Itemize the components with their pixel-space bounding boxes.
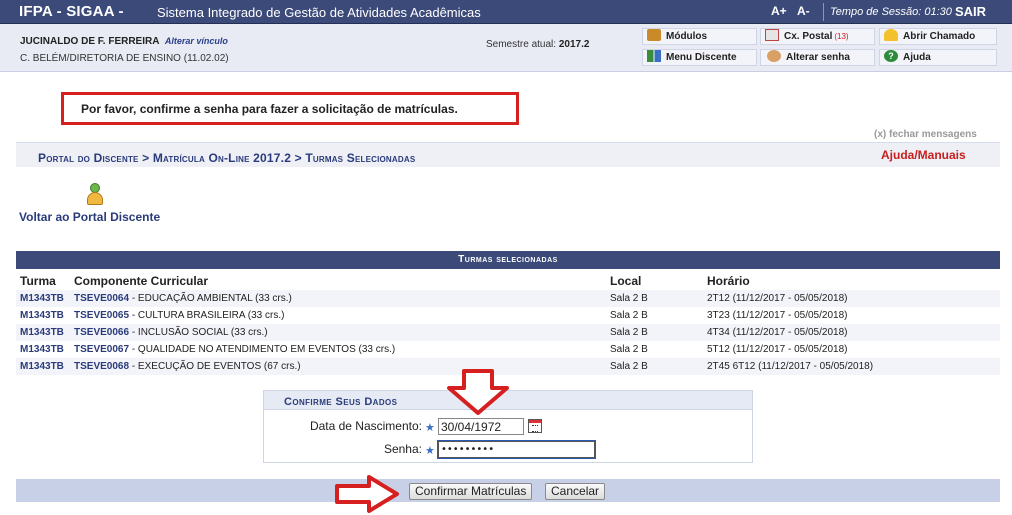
menu-icon bbox=[647, 50, 661, 63]
person-icon bbox=[767, 50, 781, 63]
component-name: - EXECUÇÃO DE EVENTOS (67 crs.) bbox=[131, 361, 301, 372]
local-cell: Sala 2 B bbox=[610, 310, 648, 321]
modules-button[interactable]: Módulos bbox=[642, 28, 757, 45]
component-cell: TSEVE0066 - INCLUSÃO SOCIAL (33 crs.) bbox=[74, 324, 268, 341]
component-name: - INCLUSÃO SOCIAL (33 crs.) bbox=[131, 327, 268, 338]
arrow-right-icon bbox=[335, 475, 399, 513]
modules-icon bbox=[647, 29, 661, 42]
system-title: Sistema Integrado de Gestão de Atividade… bbox=[157, 5, 481, 20]
turma-link[interactable]: M1343TB bbox=[20, 341, 64, 358]
password-input[interactable] bbox=[437, 440, 596, 459]
user-icon[interactable] bbox=[86, 183, 104, 207]
open-ticket-button[interactable]: Abrir Chamado bbox=[879, 28, 997, 45]
component-name: - QUALIDADE NO ATENDIMENTO EM EVENTOS (3… bbox=[131, 344, 396, 355]
password-label: Senha: bbox=[383, 442, 422, 456]
font-decrease-button[interactable]: A- bbox=[797, 4, 810, 18]
schedule-cell: 4T34 (11/12/2017 - 05/05/2018) bbox=[707, 327, 848, 338]
component-code-link[interactable]: TSEVE0066 bbox=[74, 327, 129, 338]
required-star-icon: ★ bbox=[425, 445, 435, 457]
bell-icon bbox=[884, 29, 898, 42]
semester-label: Semestre atual: bbox=[486, 39, 557, 50]
help-icon: ? bbox=[884, 50, 898, 63]
component-code-link[interactable]: TSEVE0064 bbox=[74, 293, 129, 304]
component-name: - CULTURA BRASILEIRA (33 crs.) bbox=[131, 310, 285, 321]
table-caption: Turmas selecionadas bbox=[16, 251, 1000, 269]
component-cell: TSEVE0064 - EDUCAÇÃO AMBIENTAL (33 crs.) bbox=[74, 290, 292, 307]
table-row: M1343TB TSEVE0065 - CULTURA BRASILEIRA (… bbox=[16, 307, 1000, 324]
table-row: M1343TB TSEVE0067 - QUALIDADE NO ATENDIM… bbox=[16, 341, 1000, 358]
required-star-icon: ★ bbox=[425, 422, 435, 434]
component-code-link[interactable]: TSEVE0068 bbox=[74, 361, 129, 372]
help-manuals-link[interactable]: Ajuda/Manuais bbox=[881, 148, 966, 162]
user-name: JUCINALDO DE F. FERREIRA bbox=[20, 36, 160, 47]
semester-info: Semestre atual: 2017.2 bbox=[486, 39, 589, 50]
breadcrumb-bar: Portal do Discente > Matrícula On-Line 2… bbox=[16, 142, 1000, 167]
header-horario: Horário bbox=[707, 274, 750, 288]
confirm-password-message: Por favor, confirme a senha para fazer a… bbox=[61, 92, 519, 125]
component-cell: TSEVE0068 - EXECUÇÃO DE EVENTOS (67 crs.… bbox=[74, 358, 301, 375]
header-turma: Turma bbox=[20, 274, 56, 288]
user-name-line: JUCINALDO DE F. FERREIRA Alterar vínculo bbox=[20, 36, 228, 47]
calendar-icon[interactable] bbox=[528, 419, 542, 433]
header-componente: Componente Curricular bbox=[74, 274, 209, 288]
header-local: Local bbox=[610, 274, 642, 288]
change-link-link[interactable]: Alterar vínculo bbox=[165, 36, 228, 46]
component-code-link[interactable]: TSEVE0067 bbox=[74, 344, 129, 355]
close-messages-link[interactable]: (x) fechar mensagens bbox=[874, 129, 977, 140]
cancel-button[interactable]: Cancelar bbox=[545, 483, 606, 500]
table-row: M1343TB TSEVE0064 - EDUCAÇÃO AMBIENTAL (… bbox=[16, 290, 1000, 307]
schedule-cell: 5T12 (11/12/2017 - 05/05/2018) bbox=[707, 344, 848, 355]
confirm-enrollment-button[interactable]: Confirmar Matrículas bbox=[409, 483, 533, 500]
turma-link[interactable]: M1343TB bbox=[20, 290, 64, 307]
change-password-button[interactable]: Alterar senha bbox=[760, 49, 875, 66]
help-label: Ajuda bbox=[903, 52, 931, 63]
student-menu-button[interactable]: Menu Discente bbox=[642, 49, 757, 66]
semester-value: 2017.2 bbox=[558, 39, 590, 50]
component-cell: TSEVE0065 - CULTURA BRASILEIRA (33 crs.) bbox=[74, 307, 284, 324]
top-header-bar: IFPA - SIGAA - Sistema Integrado de Gest… bbox=[0, 0, 1012, 24]
user-unit: C. BELÉM/DIRETORIA DE ENSINO (11.02.02) bbox=[20, 53, 229, 64]
birth-date-label: Data de Nascimento: bbox=[309, 419, 422, 433]
schedule-cell: 2T45 6T12 (11/12/2017 - 05/05/2018) bbox=[707, 361, 874, 372]
schedule-cell: 3T23 (11/12/2017 - 05/05/2018) bbox=[707, 310, 848, 321]
mailbox-button[interactable]: Cx. Postal (13) bbox=[760, 28, 875, 45]
turma-link[interactable]: M1343TB bbox=[20, 358, 64, 375]
schedule-cell: 2T12 (11/12/2017 - 05/05/2018) bbox=[707, 293, 848, 304]
component-cell: TSEVE0067 - QUALIDADE NO ATENDIMENTO EM … bbox=[74, 341, 395, 358]
local-cell: Sala 2 B bbox=[610, 293, 648, 304]
component-name: - EDUCAÇÃO AMBIENTAL (33 crs.) bbox=[131, 293, 292, 304]
font-increase-button[interactable]: A+ bbox=[771, 4, 787, 18]
local-cell: Sala 2 B bbox=[610, 344, 648, 355]
session-timer: Tempo de Sessão: 01:30 bbox=[823, 3, 952, 21]
help-button[interactable]: ? Ajuda bbox=[879, 49, 997, 66]
breadcrumb: Portal do Discente > Matrícula On-Line 2… bbox=[38, 151, 416, 165]
table-header: Turma Componente Curricular Local Horári… bbox=[16, 270, 1000, 290]
modules-label: Módulos bbox=[666, 31, 708, 42]
mailbox-label: Cx. Postal bbox=[784, 31, 833, 42]
brand-label: IFPA - SIGAA - bbox=[19, 3, 124, 20]
turma-link[interactable]: M1343TB bbox=[20, 307, 64, 324]
turma-link[interactable]: M1343TB bbox=[20, 324, 64, 341]
arrow-down-icon bbox=[447, 369, 509, 415]
birth-date-input[interactable] bbox=[438, 418, 524, 435]
mailbox-icon bbox=[765, 29, 779, 42]
local-cell: Sala 2 B bbox=[610, 361, 648, 372]
back-to-portal-link[interactable]: Voltar ao Portal Discente bbox=[19, 210, 160, 224]
open-ticket-label: Abrir Chamado bbox=[903, 31, 976, 42]
component-code-link[interactable]: TSEVE0065 bbox=[74, 310, 129, 321]
local-cell: Sala 2 B bbox=[610, 327, 648, 338]
logout-button[interactable]: SAIR bbox=[955, 4, 986, 19]
change-password-label: Alterar senha bbox=[786, 52, 850, 63]
mailbox-count: (13) bbox=[834, 32, 849, 41]
user-info-bar: JUCINALDO DE F. FERREIRA Alterar vínculo… bbox=[0, 24, 1012, 72]
table-row: M1343TB TSEVE0066 - INCLUSÃO SOCIAL (33 … bbox=[16, 324, 1000, 341]
student-menu-label: Menu Discente bbox=[666, 52, 737, 63]
